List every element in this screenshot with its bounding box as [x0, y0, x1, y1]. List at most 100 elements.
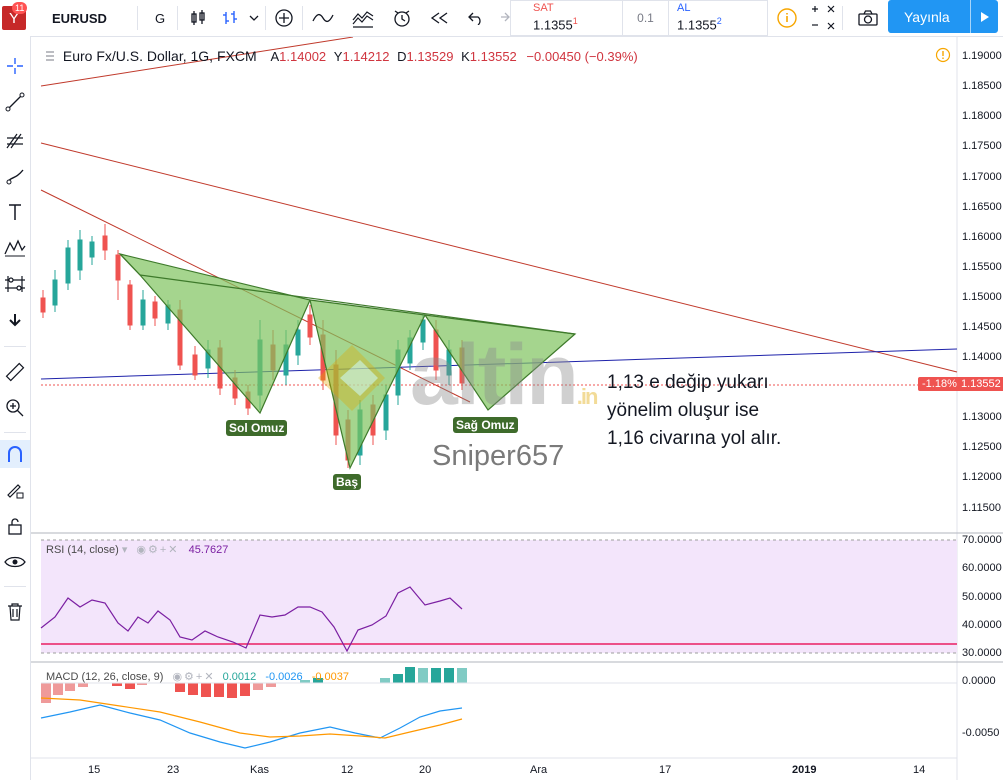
- macd-controls[interactable]: ◉⚙+✕: [172, 671, 215, 683]
- trendline-tool[interactable]: [0, 88, 30, 116]
- main-legend: Euro Fx/U.S. Dollar, 1G, FXCM A1.14002 Y…: [45, 48, 638, 64]
- macd-tick: 0.0000: [962, 675, 996, 687]
- symbol-search[interactable]: EURUSD: [40, 0, 147, 36]
- macd-line-value: -0.0026: [265, 671, 303, 683]
- note-line-2: yönelim oluşur ise: [607, 400, 760, 421]
- sell-panel[interactable]: SAT 1.13551: [510, 0, 623, 36]
- info-button[interactable]: [773, 0, 801, 36]
- notification-count: 11: [15, 3, 25, 13]
- price-tick: 1.11500: [962, 502, 1001, 514]
- price-tick: 1.12500: [962, 441, 1002, 453]
- divider: [4, 586, 26, 587]
- rsi-label: RSI (14, close): [46, 544, 119, 556]
- change-value: −0.00450 (−0.39%): [526, 49, 638, 64]
- chart-alert-icon[interactable]: [935, 47, 951, 68]
- hide-drawings-tool[interactable]: [0, 548, 30, 576]
- price-tick: 1.16500: [962, 201, 1002, 213]
- undo-button[interactable]: [462, 0, 490, 36]
- sell-price-pip: 1: [572, 16, 578, 26]
- bars-style-icon[interactable]: [215, 0, 245, 36]
- zoom-controls[interactable]: [805, 0, 840, 36]
- chevron-down-icon: [249, 15, 259, 21]
- replay-button[interactable]: [424, 0, 454, 36]
- brush-icon: [6, 169, 24, 185]
- price-tick: 1.15000: [962, 291, 1002, 303]
- macd-tick: -0.0050: [962, 727, 1000, 739]
- price-tick: 1.14500: [962, 321, 1002, 333]
- magnifier-plus-icon: [6, 399, 24, 417]
- open-key: A: [270, 49, 280, 64]
- time-tick: 14: [913, 764, 926, 776]
- remove-drawings-tool[interactable]: [0, 598, 30, 626]
- buy-panel[interactable]: AL 1.13552: [668, 0, 768, 36]
- text-icon: [9, 204, 21, 220]
- compare-button[interactable]: [346, 0, 380, 36]
- eye-icon: [4, 556, 26, 568]
- rsi-tick: 50.0000: [962, 591, 1002, 603]
- time-tick: 23: [167, 764, 180, 776]
- alert-button[interactable]: [387, 0, 417, 36]
- publish-button[interactable]: Yayınla: [888, 0, 998, 33]
- watermark-text: altin.in: [410, 332, 598, 418]
- price-tick: 1.18000: [962, 110, 1002, 122]
- rsi-tick: 40.0000: [962, 619, 1002, 631]
- fullscreen-icon: [811, 5, 834, 30]
- time-tick: 20: [419, 764, 432, 776]
- indicator-wave-icon: [312, 13, 334, 23]
- crosshair-tool[interactable]: [0, 52, 30, 80]
- bar-style-icon[interactable]: [183, 0, 213, 36]
- buy-price: 1.1355: [677, 17, 717, 33]
- text-tool[interactable]: [0, 198, 30, 226]
- redo-icon: [501, 12, 510, 22]
- magnet-tool[interactable]: [0, 440, 30, 468]
- divider: [265, 6, 266, 30]
- rsi-legend: RSI (14, close) ▾ ◉⚙+✕ 45.7627: [46, 543, 228, 556]
- close-value: 1.13552: [469, 49, 517, 64]
- snapshot-button[interactable]: [852, 0, 884, 36]
- time-tick: 2019: [792, 764, 817, 776]
- arrow-down-icon: [9, 314, 21, 327]
- publish-label: Yayınla: [904, 8, 950, 25]
- rsi-value: 45.7627: [188, 544, 229, 556]
- alarm-clock-icon: [394, 10, 410, 27]
- chart-type-dropdown[interactable]: [246, 0, 262, 36]
- more-tools[interactable]: [0, 306, 30, 334]
- trash-icon: [8, 603, 22, 621]
- price-tick: 1.19000: [962, 50, 1002, 62]
- divider: [302, 6, 303, 30]
- rsi-controls[interactable]: ◉⚙+✕: [136, 544, 179, 556]
- zoom-tool[interactable]: [0, 394, 30, 422]
- legend-collapse-icon[interactable]: [45, 48, 55, 61]
- price-tick: 1.15500: [962, 261, 1002, 273]
- bars-icon: [223, 11, 237, 24]
- rsi-dropdown-icon[interactable]: ▾: [122, 544, 128, 556]
- undo-icon: [468, 12, 481, 25]
- price-tick: 1.16000: [962, 231, 1002, 243]
- notification-badge: 11: [12, 2, 28, 14]
- price-tick: 1.14000: [962, 351, 1002, 363]
- interval-button[interactable]: G: [145, 0, 175, 36]
- crosshair-icon: [7, 58, 23, 74]
- last-change-badge: -1.18%: [918, 377, 961, 391]
- macd-legend: MACD (12, 26, close, 9) ◉⚙+✕ 0.0012 -0.0…: [46, 670, 349, 683]
- rsi-tick: 60.0000: [962, 562, 1002, 574]
- price-tick: 1.13000: [962, 411, 1002, 423]
- divider: [4, 346, 26, 347]
- trendline-icon: [5, 92, 25, 112]
- add-indicator-button[interactable]: [270, 0, 298, 36]
- indicators-button[interactable]: [308, 0, 338, 36]
- fib-tool[interactable]: [0, 126, 30, 154]
- divider: [4, 432, 26, 433]
- brush-tool[interactable]: [0, 162, 30, 190]
- pattern-tool[interactable]: [0, 234, 30, 262]
- lock-drawings-tool[interactable]: [0, 512, 30, 540]
- ruler-tool[interactable]: [0, 358, 30, 386]
- price-tick: 1.12000: [962, 471, 1002, 483]
- compare-icon: [352, 11, 374, 28]
- stay-drawing-tool[interactable]: [0, 476, 30, 504]
- measure-tool[interactable]: [0, 270, 30, 298]
- low-value: 1.13529: [406, 49, 454, 64]
- rsi-tick: 70.0000: [962, 534, 1002, 546]
- high-value: 1.14212: [342, 49, 390, 64]
- macd-signal-value: -0.0037: [311, 671, 350, 683]
